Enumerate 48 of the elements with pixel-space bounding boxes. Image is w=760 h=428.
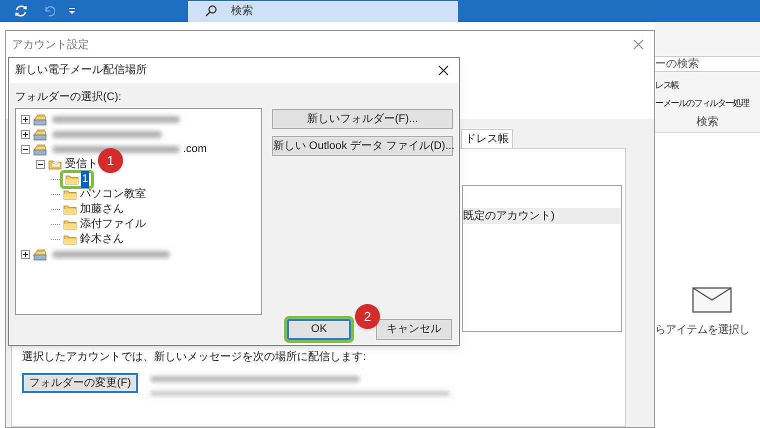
search-field[interactable]: 検索 [188, 0, 458, 22]
folder-icon [63, 203, 77, 216]
ribbon-item[interactable]: レス帳 [655, 78, 678, 92]
tree-item[interactable]: .com [182, 141, 208, 158]
drawer-icon [33, 113, 47, 126]
collapse-icon[interactable] [36, 160, 45, 169]
group-label: 検索 [696, 114, 720, 130]
reading-pane-message: らアイテムを選択し [655, 323, 750, 338]
inbox-icon [48, 158, 62, 171]
tree-item[interactable]: パソコン教室 [79, 186, 147, 203]
ribbon-item[interactable]: ーメールのフィルター処理 [655, 97, 749, 111]
tree-item[interactable]: 添付ファイル [79, 216, 147, 233]
dialog-button[interactable]: 新しい Outlook データ ファイル(D)... [272, 136, 453, 156]
delivery-note: 選択したアカウントでは、新しいメッセージを次の場所に配信します: [22, 350, 368, 365]
dialog-title: 新しい電子メール配信場所 [15, 62, 147, 78]
tree-item[interactable]: 鈴木さん [79, 231, 125, 248]
tab[interactable]: ドレス帳 [461, 129, 513, 148]
dropdown-icon [68, 7, 76, 15]
window-title: アカウント設定 [12, 38, 89, 51]
tree-item[interactable]: 加藤さん [79, 201, 125, 218]
drawer-icon [33, 248, 47, 261]
list-row[interactable]: 既定のアカウント) [463, 208, 621, 224]
change-folder-button[interactable]: フォルダーの変更(F) [22, 372, 138, 392]
expand-icon[interactable] [21, 250, 30, 259]
collapse-icon[interactable] [21, 145, 30, 154]
dialog-button[interactable]: 新しいフォルダー(F)... [272, 109, 453, 129]
folder-icon [63, 188, 77, 201]
folder-icon [65, 173, 79, 186]
drawer-icon [33, 143, 47, 156]
search-placeholder: 検索 [231, 4, 253, 19]
field-text: ーの検索 [655, 56, 699, 72]
search-icon [205, 5, 217, 17]
expand-icon[interactable] [21, 130, 30, 139]
search-field[interactable]: ーの検索 [655, 56, 760, 72]
envelope-icon [692, 287, 732, 313]
drawer-icon [33, 128, 47, 141]
expand-icon[interactable] [21, 115, 30, 124]
close-icon [633, 39, 644, 50]
tree-item[interactable]: 受信ト [64, 156, 99, 173]
folder-icon [63, 233, 77, 246]
undo-icon [43, 5, 55, 17]
cancel-button[interactable]: キャンセル [376, 319, 452, 340]
sync-icon [14, 4, 28, 18]
tree-item[interactable]: 1 [81, 171, 90, 188]
close-icon [438, 65, 449, 76]
ok-button[interactable]: OK [287, 319, 351, 340]
folder-icon [63, 218, 77, 231]
field-label: フォルダーの選択(C): [15, 90, 122, 103]
